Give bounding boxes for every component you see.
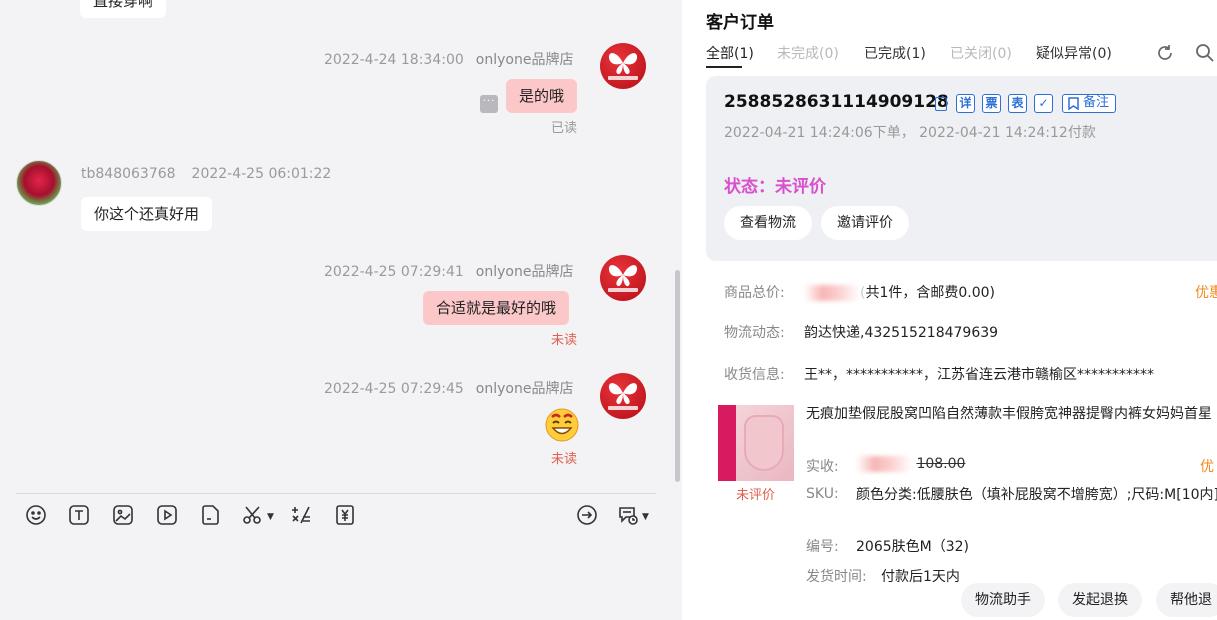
price-blurred (856, 456, 912, 472)
paid-value: 108.00 (856, 456, 965, 472)
sku-label: SKU: (806, 486, 839, 502)
message-bubble-partial: 直接穿啊 (80, 0, 167, 18)
product-image[interactable] (718, 405, 794, 481)
detail-icon[interactable]: 详 (956, 94, 975, 113)
order-number: 2588528631114909128 (724, 92, 949, 112)
message-meta: 2022-4-25 07:29:41 onlyone品牌店 (324, 261, 573, 281)
video-icon[interactable] (155, 503, 179, 527)
total-suffix: 共1件，含邮费0.00) (865, 285, 996, 301)
logistics-value[interactable]: 韵达快递,432515218479639 (804, 322, 998, 342)
product-review-status: 未评价 (736, 488, 776, 503)
message-time: 2022-4-25 07:29:45 (324, 381, 464, 397)
transfer-icon[interactable] (575, 503, 599, 527)
tab-incomplete[interactable]: 未完成(0) (777, 43, 839, 63)
price-blurred (804, 285, 860, 301)
chat-panel: 直接穿啊 2022-4-24 18:34:00 onlyone品牌店 ··· 是的… (0, 0, 682, 620)
ship-value: 付款后1天内 (881, 569, 960, 585)
emoji-icon[interactable] (24, 503, 48, 527)
message-sender: onlyone品牌店 (475, 52, 574, 68)
message-time: 2022-4-25 06:01:22 (191, 166, 332, 182)
order-panel: 客户订单 全部(1) 未完成(0) 已完成(1) 已关闭(0) 疑似异常(0) … (682, 0, 1217, 620)
order-status: 状态：未评价 (724, 177, 826, 197)
shop-avatar[interactable] (600, 255, 646, 301)
search-icon[interactable] (1195, 43, 1215, 63)
scissors-icon[interactable] (241, 503, 265, 527)
shop-avatar[interactable] (600, 43, 646, 89)
read-status: 已读 (551, 121, 578, 136)
quick-reply-icon[interactable] (616, 503, 640, 527)
laughing-emoji-icon (545, 408, 579, 442)
invoice-icon[interactable]: 票 (982, 94, 1001, 113)
remark-button[interactable]: 备注 (1062, 94, 1117, 113)
bookmark-icon (1068, 97, 1079, 110)
logistics-label: 物流动态: (724, 325, 785, 341)
total-value: (共1件，含邮费0.00) (804, 282, 995, 302)
tab-closed[interactable]: 已关闭(0) (950, 43, 1012, 63)
help-return-button[interactable]: 帮他退 (1156, 583, 1217, 617)
message-meta: 2022-4-24 18:34:00 onlyone品牌店 (324, 49, 573, 69)
sku-value: 颜色分类:低腰肤色（填补屁股窝不增胯宽）;尺码:M[10内] (856, 487, 1217, 503)
address-label: 收货信息: (724, 367, 785, 383)
tab-suspicious[interactable]: 疑似异常(0) (1036, 43, 1112, 63)
view-logistics-button[interactable]: 查看物流 (724, 206, 812, 240)
return-exchange-button[interactable]: 发起退换 (1058, 583, 1142, 617)
message-bubble: 是的哦 (506, 79, 578, 113)
message-sender: onlyone品牌店 (475, 264, 574, 280)
text-icon[interactable] (67, 503, 91, 527)
read-status: 未读 (551, 452, 578, 467)
order-times: 2022-04-21 14:24:06下单， 2022-04-21 14:24:… (724, 125, 1096, 141)
shop-avatar[interactable] (600, 373, 646, 419)
ship-label: 发货时间: (806, 569, 867, 585)
order-card: 2588528631114909128 详 票 表 ✓ 备注 2022-04-2… (706, 76, 1217, 261)
product-title[interactable]: 无痕加垫假屁股窝凹陷自然薄款丰假胯宽神器提臀内裤女妈妈首星 (806, 404, 1217, 425)
code-label: 编号: (806, 539, 839, 555)
panel-title: 客户订单 (706, 13, 774, 33)
promo-short: 优 (1200, 459, 1214, 475)
image-icon[interactable] (111, 503, 135, 527)
file-icon[interactable] (199, 503, 223, 527)
invite-review-button[interactable]: 邀请评价 (821, 206, 909, 240)
remark-label: 备注 (1083, 95, 1110, 110)
message-meta: tb848063768 2022-4-25 06:01:22 (81, 166, 331, 182)
tab-completed[interactable]: 已完成(1) (864, 43, 926, 63)
total-label: 商品总价: (724, 285, 785, 301)
chevron-down-icon[interactable]: ▼ (267, 512, 274, 522)
form-icon[interactable]: 表 (1008, 94, 1027, 113)
copy-icon[interactable] (935, 97, 947, 111)
tab-all[interactable]: 全部(1) (706, 43, 754, 68)
chat-scrollbar[interactable] (675, 270, 680, 482)
read-status: 未读 (551, 333, 578, 348)
logistics-helper-button[interactable]: 物流助手 (961, 583, 1045, 617)
formula-icon[interactable] (289, 503, 313, 527)
message-sender: onlyone品牌店 (475, 381, 574, 397)
customer-avatar[interactable] (16, 160, 62, 206)
check-icon[interactable]: ✓ (1034, 94, 1053, 113)
address-value: 王**，***********，江苏省连云港市赣榆区*********** (804, 367, 1154, 383)
chevron-down-icon[interactable]: ▼ (642, 512, 649, 522)
code-value: 2065肤色M（32) (856, 539, 969, 555)
message-more-icon[interactable]: ··· (480, 95, 498, 113)
message-time: 2022-4-24 18:34:00 (324, 52, 464, 68)
promo-label: 优惠 (1195, 285, 1217, 301)
emoji-message (544, 407, 580, 443)
composer-divider (16, 493, 656, 494)
message-bubble: 你这个还真好用 (81, 197, 213, 231)
refresh-icon[interactable] (1155, 43, 1175, 63)
original-price: 108.00 (916, 456, 966, 472)
message-sender: tb848063768 (81, 166, 176, 182)
coupon-icon[interactable] (333, 503, 357, 527)
message-time: 2022-4-25 07:29:41 (324, 264, 464, 280)
message-bubble: 合适就是最好的哦 (423, 291, 570, 325)
message-meta: 2022-4-25 07:29:45 onlyone品牌店 (324, 378, 573, 398)
paid-label: 实收: (806, 459, 839, 475)
